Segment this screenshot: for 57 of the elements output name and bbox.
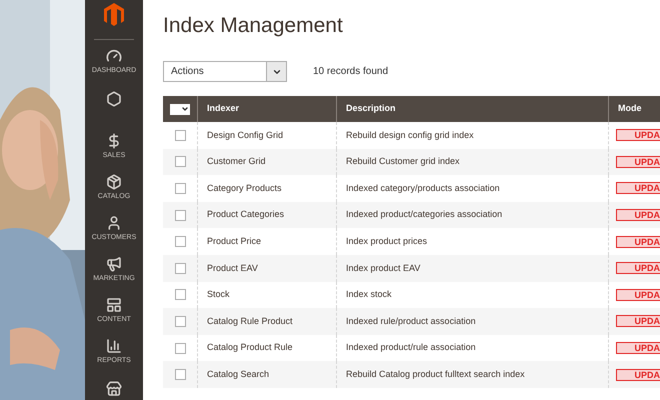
table-cell-text: Index product EAV bbox=[346, 262, 420, 275]
table-cell-text: Rebuild Catalog product fulltext search index bbox=[346, 368, 525, 381]
table-cell-text: Product Categories bbox=[207, 208, 284, 222]
table-cell-text: Index product prices bbox=[346, 234, 428, 248]
box-icon[interactable] bbox=[106, 174, 122, 190]
mode-badge: UPDA bbox=[616, 129, 660, 142]
table-cell-text: Catalog Product Rule bbox=[207, 341, 293, 354]
column-header[interactable]: Description bbox=[346, 102, 396, 116]
table-cell-text: Customer Grid bbox=[207, 155, 266, 168]
store-icon[interactable] bbox=[106, 381, 122, 397]
person-icon[interactable] bbox=[106, 215, 122, 231]
row-checkbox[interactable] bbox=[174, 236, 186, 248]
mode-badge: UPDA bbox=[616, 236, 660, 248]
column-header[interactable]: Mode bbox=[618, 102, 642, 116]
select-all-checkbox[interactable] bbox=[170, 104, 190, 114]
table-cell-text: Index stock bbox=[346, 288, 392, 302]
row-checkbox[interactable] bbox=[174, 210, 186, 221]
megaphone-icon[interactable] bbox=[106, 256, 122, 272]
row-checkbox[interactable] bbox=[174, 156, 186, 168]
row-checkbox[interactable] bbox=[174, 262, 186, 274]
table-cell-text: Indexed product/categories association bbox=[346, 208, 502, 222]
row-checkbox[interactable] bbox=[174, 369, 186, 380]
mode-badge: UPDA bbox=[616, 288, 660, 301]
gauge-icon[interactable] bbox=[106, 48, 122, 64]
mode-badge: UPDA bbox=[616, 368, 660, 381]
page-title: Index Management bbox=[163, 13, 344, 39]
table-cell-text: Indexed rule/product association bbox=[346, 314, 476, 328]
column-header[interactable]: Indexer bbox=[207, 102, 240, 116]
table-cell-text: Catalog Search bbox=[207, 368, 270, 381]
row-checkbox[interactable] bbox=[174, 342, 186, 354]
mode-badge: UPDA bbox=[616, 182, 660, 194]
table-cell-text: Stock bbox=[207, 288, 230, 302]
table-cell-text: Rebuild Customer grid index bbox=[346, 155, 460, 168]
table-cell-text: Catalog Rule Product bbox=[207, 314, 293, 328]
table-cell-text: Product EAV bbox=[207, 262, 258, 275]
records-count: 10 records found bbox=[313, 65, 388, 79]
table-cell-text: Category Products bbox=[207, 182, 282, 195]
actions-dropdown[interactable]: Actions bbox=[163, 61, 287, 82]
table-cell-text: Design Config Grid bbox=[207, 128, 284, 142]
hexagon-icon[interactable] bbox=[106, 91, 122, 107]
mode-badge: UPDA bbox=[616, 156, 660, 168]
caret-icon bbox=[181, 105, 189, 113]
layout-icon[interactable] bbox=[106, 297, 122, 313]
mode-badge: UPDA bbox=[616, 315, 660, 328]
table-cell-text: Indexed category/products association bbox=[346, 182, 500, 195]
mode-badge: UPDA bbox=[616, 209, 660, 222]
table-cell-text: Indexed product/rule association bbox=[346, 341, 476, 354]
logo-icon bbox=[104, 3, 124, 27]
row-checkbox[interactable] bbox=[174, 289, 186, 300]
bar-chart-icon[interactable] bbox=[106, 338, 122, 354]
row-checkbox[interactable] bbox=[174, 130, 186, 141]
row-checkbox[interactable] bbox=[174, 182, 186, 194]
row-checkbox[interactable] bbox=[174, 316, 186, 327]
mode-badge: UPDA bbox=[616, 342, 660, 354]
mode-badge: UPDA bbox=[616, 262, 660, 274]
table-cell-text: Product Price bbox=[207, 234, 262, 248]
table-cell-text: Rebuild design config grid index bbox=[346, 128, 474, 142]
